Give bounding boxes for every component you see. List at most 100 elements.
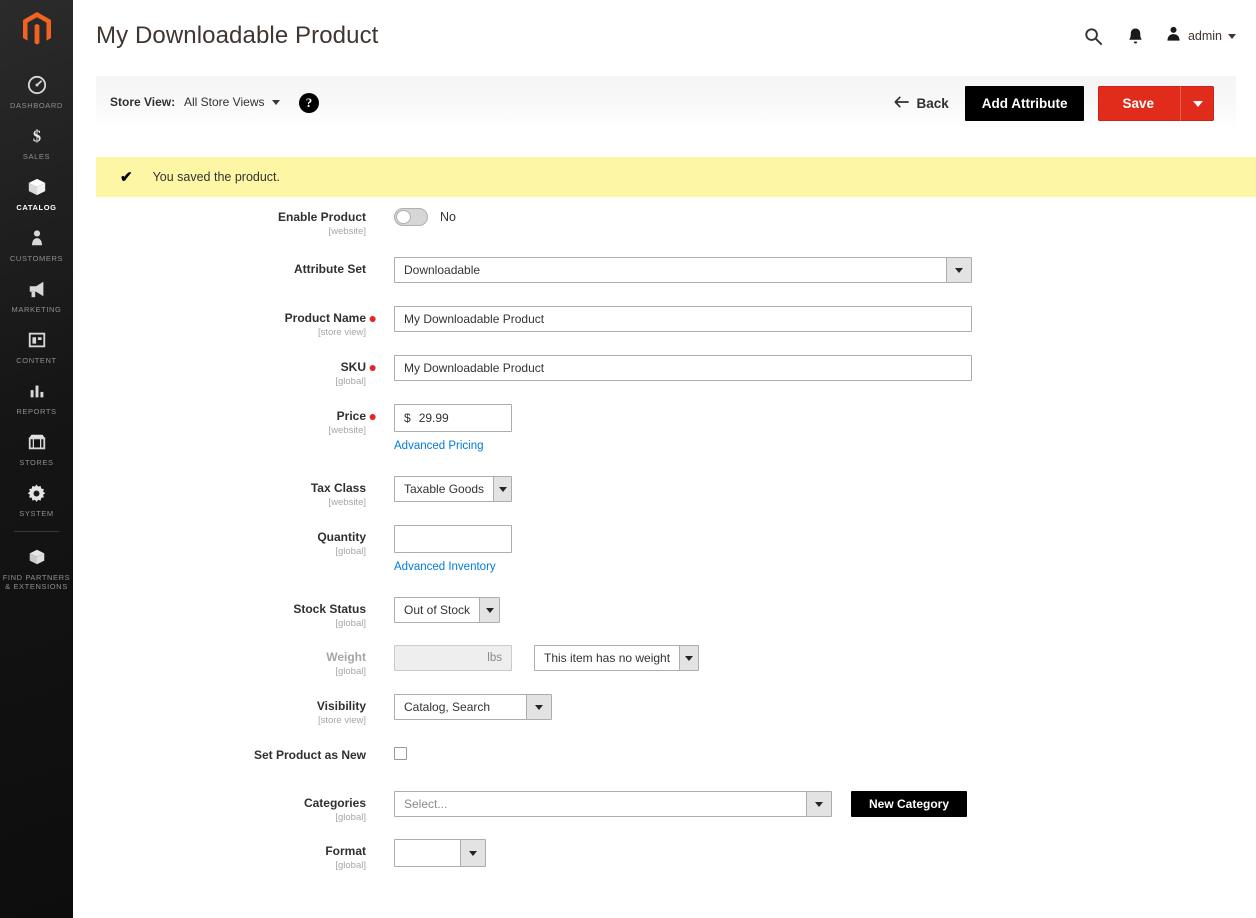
categories-select[interactable]: Select...	[394, 791, 832, 817]
chevron-down-icon[interactable]	[946, 258, 971, 282]
field-row-quantity: Quantity [global] Advanced Inventory	[96, 525, 1256, 597]
sidebar-item-sales[interactable]: $ SALES	[0, 117, 73, 168]
sales-icon: $	[27, 125, 47, 147]
field-col: No	[376, 205, 456, 226]
back-button[interactable]: Back	[894, 96, 950, 111]
save-button[interactable]: Save	[1098, 86, 1180, 121]
label-col: Tax Class [website]	[96, 476, 376, 509]
format-value	[395, 840, 460, 866]
product-edit-page: DASHBOARD $ SALES CATALOG CUSTOMERS	[0, 0, 1256, 918]
tax-class-label: Tax Class	[96, 481, 366, 495]
save-options-button[interactable]	[1180, 86, 1214, 121]
field-col: Out of Stock	[376, 597, 500, 623]
marketing-icon	[26, 278, 48, 300]
header-tools: admin	[1073, 22, 1236, 50]
add-attribute-button[interactable]: Add Attribute	[965, 86, 1085, 121]
chevron-down-icon[interactable]	[679, 646, 698, 670]
sidebar-item-label: STORES	[19, 458, 53, 467]
chevron-down-icon[interactable]	[493, 477, 511, 501]
store-view-switcher[interactable]: All Store Views	[184, 95, 280, 109]
stores-icon	[26, 431, 48, 453]
svg-text:$: $	[32, 126, 40, 145]
sidebar-item-marketing[interactable]: MARKETING	[0, 270, 73, 321]
admin-label: admin	[1188, 29, 1222, 43]
success-message: ✔ You saved the product.	[96, 157, 1256, 197]
page-header: My Downloadable Product admin	[73, 0, 1256, 72]
sidebar-item-label: MARKETING	[12, 305, 62, 314]
price-wrap: $ 29.99	[394, 404, 512, 432]
quantity-label: Quantity	[96, 530, 366, 544]
sidebar-item-label: SYSTEM	[19, 509, 53, 518]
label-col: Product Name [store view] ●	[96, 306, 376, 339]
sidebar-item-reports[interactable]: REPORTS	[0, 372, 73, 423]
content-icon	[27, 329, 47, 351]
save-button-group: Save	[1098, 86, 1214, 121]
help-icon[interactable]: ?	[299, 93, 319, 113]
attribute-set-select[interactable]: Downloadable	[394, 257, 972, 283]
sidebar-item-label: DASHBOARD	[10, 101, 63, 110]
product-name-input[interactable]: My Downloadable Product	[394, 306, 972, 332]
sidebar-item-customers[interactable]: CUSTOMERS	[0, 219, 73, 270]
advanced-pricing-link[interactable]: Advanced Pricing	[394, 440, 484, 452]
field-col: lbs This item has no weight	[376, 645, 699, 671]
weight-type-select[interactable]: This item has no weight	[534, 645, 699, 671]
visibility-select[interactable]: Catalog, Search	[394, 694, 552, 720]
bell-icon[interactable]	[1115, 22, 1157, 50]
field-row-attribute-set: Attribute Set Downloadable	[96, 257, 1256, 306]
enable-product-toggle-value: No	[440, 210, 456, 224]
tax-class-select[interactable]: Taxable Goods	[394, 476, 512, 502]
chevron-down-icon[interactable]	[479, 598, 499, 622]
field-col: My Downloadable Product	[376, 306, 972, 332]
sidebar-item-system[interactable]: SYSTEM	[0, 474, 73, 525]
sidebar-divider	[14, 531, 59, 532]
success-message-text: You saved the product.	[153, 170, 280, 184]
quantity-scope: [global]	[96, 545, 366, 558]
attribute-set-label: Attribute Set	[96, 262, 366, 276]
sidebar-item-stores[interactable]: STORES	[0, 423, 73, 474]
field-row-format: Format [global]	[96, 839, 1256, 887]
weight-input: lbs	[394, 645, 512, 671]
visibility-scope: [store view]	[96, 714, 366, 727]
enable-product-toggle-row: No	[394, 205, 456, 226]
weight-unit-label: lbs	[487, 652, 502, 664]
sidebar-item-content[interactable]: CONTENT	[0, 321, 73, 372]
sidebar-item-find-partners[interactable]: FIND PARTNERS & EXTENSIONS	[0, 538, 73, 598]
format-label: Format	[96, 844, 366, 858]
dashboard-icon	[27, 74, 47, 96]
field-col: $ 29.99 Advanced Pricing	[376, 404, 512, 454]
sku-input[interactable]: My Downloadable Product	[394, 355, 972, 381]
chevron-down-icon	[1193, 101, 1203, 107]
field-col: Select... New Category	[376, 791, 967, 817]
price-value: 29.99	[419, 411, 449, 425]
price-input[interactable]: $ 29.99	[394, 404, 512, 432]
label-col: Visibility [store view]	[96, 694, 376, 727]
partners-icon	[27, 546, 47, 568]
required-indicator: ●	[369, 362, 377, 372]
stock-status-value: Out of Stock	[395, 598, 479, 622]
label-col: Categories [global]	[96, 791, 376, 824]
field-row-categories: Categories [global] Select... New Catego…	[96, 791, 1256, 839]
chevron-down-icon[interactable]	[526, 695, 551, 719]
weight-scope: [global]	[96, 665, 366, 678]
magento-logo[interactable]	[0, 0, 73, 58]
field-row-sku: SKU [global] ● My Downloadable Product	[96, 355, 1256, 404]
new-category-button[interactable]: New Category	[851, 791, 967, 817]
quantity-input[interactable]	[394, 525, 512, 553]
admin-menu[interactable]: admin	[1157, 25, 1236, 47]
format-select[interactable]	[394, 839, 486, 867]
field-col	[376, 839, 486, 867]
tax-class-value: Taxable Goods	[395, 477, 493, 501]
sidebar-item-catalog[interactable]: CATALOG	[0, 168, 73, 219]
field-col: Catalog, Search	[376, 694, 552, 720]
set-product-as-new-checkbox[interactable]	[394, 747, 407, 760]
stock-status-select[interactable]: Out of Stock	[394, 597, 500, 623]
field-row-enable-product: Enable Product [website] No	[96, 205, 1256, 257]
set-product-as-new-label: Set Product as New	[96, 748, 366, 762]
advanced-inventory-link[interactable]: Advanced Inventory	[394, 561, 496, 573]
sidebar-item-dashboard[interactable]: DASHBOARD	[0, 66, 73, 117]
page-title: My Downloadable Product	[96, 22, 378, 50]
chevron-down-icon[interactable]	[460, 840, 485, 866]
search-icon[interactable]	[1073, 22, 1115, 50]
enable-product-toggle[interactable]	[394, 208, 428, 226]
chevron-down-icon[interactable]	[806, 792, 831, 816]
